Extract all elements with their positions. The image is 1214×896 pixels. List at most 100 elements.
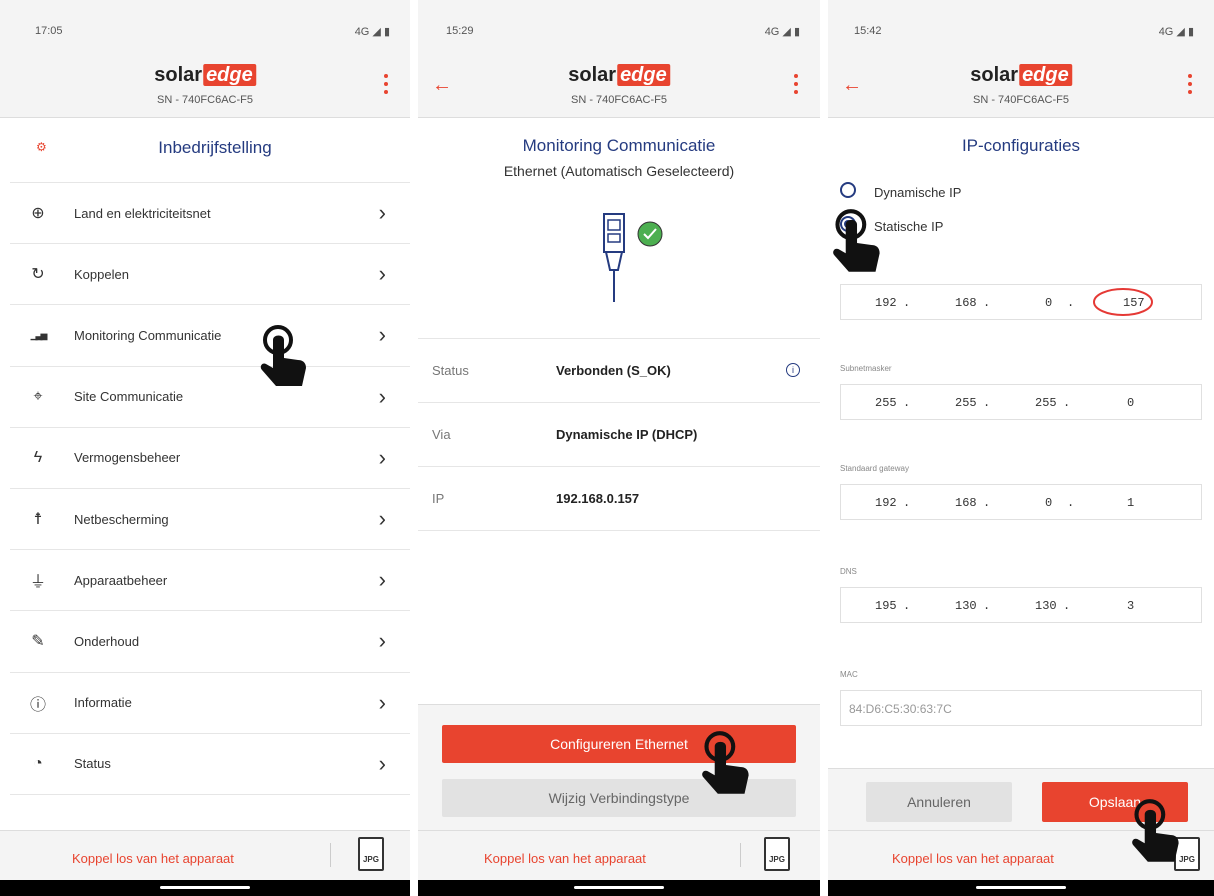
menu-item-informatie[interactable]: ⓘ Informatie › [10,671,410,733]
mac-address-field: 84:D6:C5:30:63:7C [840,690,1202,726]
solaredge-logo: solar edge [568,64,670,87]
system-nav-bar [418,880,820,896]
menu-item-koppelen[interactable]: ↻ Koppelen › [10,243,410,304]
subnet-mask-field[interactable]: 255. 255. 255. 0 [840,384,1202,420]
detail-key: Status [432,363,469,378]
system-nav-bar [828,880,1214,896]
chevron-right-icon: › [378,628,386,654]
gauge-icon: ◔ [33,754,43,772]
app-bar: ← solar edge SN - 740FC6AC-F5 [828,54,1214,118]
solaredge-logo: solar edge [970,64,1072,87]
menu-item-label: Monitoring Communicatie [74,327,222,343]
tap-hand-icon [702,731,749,794]
clock: 15:29 [446,25,474,37]
chevron-right-icon: › [378,322,386,348]
chevron-right-icon: › [378,200,386,225]
gateway-label: Standaard gateway [840,464,909,473]
menu-item-label: Apparaatbeheer [74,572,168,588]
menu-item-label: Netbescherming [74,511,169,527]
serial-number: SN - 740FC6AC-F5 [973,94,1069,106]
detail-row-via: Via Dynamische IP (DHCP) [418,402,820,466]
footer-bar: Koppel los van het apparaat JPG [0,830,410,880]
dns-label: DNS [840,567,857,576]
page-title: Monitoring Communicatie [522,136,716,155]
divider [418,530,820,531]
subnet-label: Subnetmasker [840,364,892,373]
radio-dynamic-ip-label: Dynamische IP [874,185,962,200]
cancel-button[interactable]: Annuleren [866,782,1012,822]
chevron-right-icon: › [378,750,386,776]
detail-key: IP [432,491,445,506]
detail-value: Verbonden (S_OK) [556,363,671,378]
chevron-right-icon: › [378,444,386,470]
menu-item-label: Informatie [74,695,132,711]
chevron-right-icon: › [378,506,386,531]
info-icon[interactable]: i [786,363,800,377]
app-bar: ← solar edge SN - 740FC6AC-F5 [418,54,820,118]
menu-item-apparaatbeheer[interactable]: ⏚ Apparaatbeheer › [10,549,410,610]
menu-item-label: Status [74,756,111,772]
status-bar: 17:05 4G ◢ ▮ [0,0,410,54]
signal-bars-icon: ▁▃▅ [30,329,48,340]
menu-item-label: Site Communicatie [74,389,184,405]
ethernet-cable-icon [603,213,663,302]
disconnect-link[interactable]: Koppel los van het apparaat [484,851,646,866]
home-indicator[interactable] [160,886,250,889]
chevron-right-icon: › [378,261,386,287]
dns-field[interactable]: 195. 130. 130. 3 [840,587,1202,623]
jpg-file-icon[interactable]: JPG [358,837,384,871]
disconnect-link[interactable]: Koppel los van het apparaat [892,851,1054,866]
detail-row-status: Status Verbonden (S_OK) i [418,338,820,402]
screen-commissioning: 17:05 4G ◢ ▮ solar edge SN - 740FC6AC-F5 … [0,0,410,896]
chevron-right-icon: › [378,567,386,593]
mac-label: MAC [840,670,858,679]
location-pin-icon: ⌖ [33,387,43,405]
menu-item-label: Koppelen [74,266,129,282]
network-indicator: 4G ◢ ▮ [1158,26,1194,38]
globe-icon: ⊕ [31,205,45,222]
menu-item-label: Land en elektriciteitsnet [74,205,211,221]
disconnect-link[interactable]: Koppel los van het apparaat [72,851,234,866]
menu-item-onderhoud[interactable]: ✎ Onderhoud › [10,610,410,671]
divider [740,843,741,867]
menu-item-label: Onderhoud [74,633,140,649]
pairing-icon: ↻ [31,266,45,284]
network-indicator: 4G ◢ ▮ [354,26,390,38]
home-indicator[interactable] [976,886,1066,889]
status-bar: 15:42 4G ◢ ▮ [828,0,1214,54]
radio-static-ip-label: Statische IP [874,219,944,234]
power-tower-icon: ☨ [33,511,43,528]
chevron-right-icon: › [378,689,386,715]
serial-number: SN - 740FC6AC-F5 [157,94,253,106]
lightning-icon: ϟ [33,448,43,466]
divider [330,843,331,867]
gateway-field[interactable]: 192. 168. 0. 1 [840,484,1202,520]
more-menu-icon[interactable] [384,74,388,96]
detail-value: Dynamische IP (DHCP) [556,427,698,442]
menu-item-site-communicatie[interactable]: ⌖ Site Communicatie › [10,365,410,427]
detail-row-ip: IP 192.168.0.157 [418,466,820,530]
detail-key: Via [432,427,451,442]
action-area: Configureren Ethernet Wijzig Verbindings… [418,704,820,830]
menu-item-vermogensbeheer[interactable]: ϟ Vermogensbeheer › [10,426,410,488]
jpg-file-icon[interactable]: JPG [764,837,790,871]
clock: 15:42 [854,25,882,37]
radio-dynamic-ip[interactable] [840,182,856,198]
more-menu-icon[interactable] [1188,74,1192,96]
home-indicator[interactable] [574,886,664,889]
menu-item-netbescherming[interactable]: ☨ Netbescherming › [10,488,410,549]
detail-value: 192.168.0.157 [556,491,640,506]
chevron-right-icon: › [378,383,386,409]
screen-monitoring-communication: 15:29 4G ◢ ▮ ← solar edge SN - 740FC6AC-F… [418,0,820,896]
menu-item-land-en-elektriciteitsnet[interactable]: ⊕ Land en elektriciteitsnet › [10,182,410,243]
more-menu-icon[interactable] [794,74,798,96]
app-bar: solar edge SN - 740FC6AC-F5 [0,54,410,118]
clock: 17:05 [35,25,63,37]
menu-item-label: Vermogensbeheer [74,450,181,466]
menu-item-monitoring-communicatie[interactable]: ▁▃▅ Monitoring Communicatie › [10,304,410,365]
menu-item-status[interactable]: ◔ Status › [10,732,410,794]
network-indicator: 4G ◢ ▮ [764,26,800,38]
footer-bar: Koppel los van het apparaat JPG [418,830,820,880]
page-title: IP-configuraties [961,136,1081,155]
tap-hand-icon [833,209,880,272]
